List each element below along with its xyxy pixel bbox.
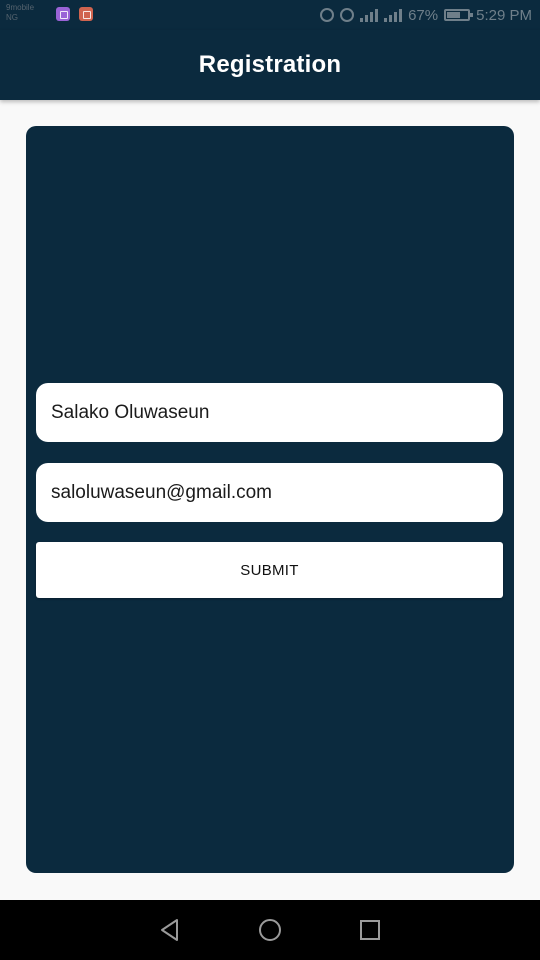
clock: 5:29 PM [476,6,532,24]
name-field[interactable]: Salako Oluwaseun [36,383,503,442]
name-field-value: Salako Oluwaseun [51,401,210,423]
status-indicators: 67% 5:29 PM [320,6,532,24]
signal-icon [384,8,403,22]
battery-icon [444,9,474,21]
vibrate-icon [320,8,335,22]
home-icon[interactable] [258,918,282,942]
carrier-label: 9mobile NG [6,3,35,22]
registration-card: Salako Oluwaseun saloluwaseun@gmail.com … [26,126,514,873]
back-icon[interactable] [158,918,182,942]
app-bar: Registration [0,30,540,100]
page-title: Registration [198,51,342,78]
media-notification-icon [79,7,93,21]
navigation-bar [0,900,540,960]
submit-button[interactable]: SUBMIT [36,542,503,598]
signal-icon [360,8,379,22]
alarm-icon [340,8,355,22]
email-field-value: saloluwaseun@gmail.com [51,481,272,503]
email-field[interactable]: saloluwaseun@gmail.com [36,463,503,522]
battery-percent: 67% [408,6,439,24]
status-bar: 9mobile NG 67% 5:29 PM [0,0,540,30]
app-notification-icon [56,7,70,21]
recents-icon[interactable] [358,918,382,942]
